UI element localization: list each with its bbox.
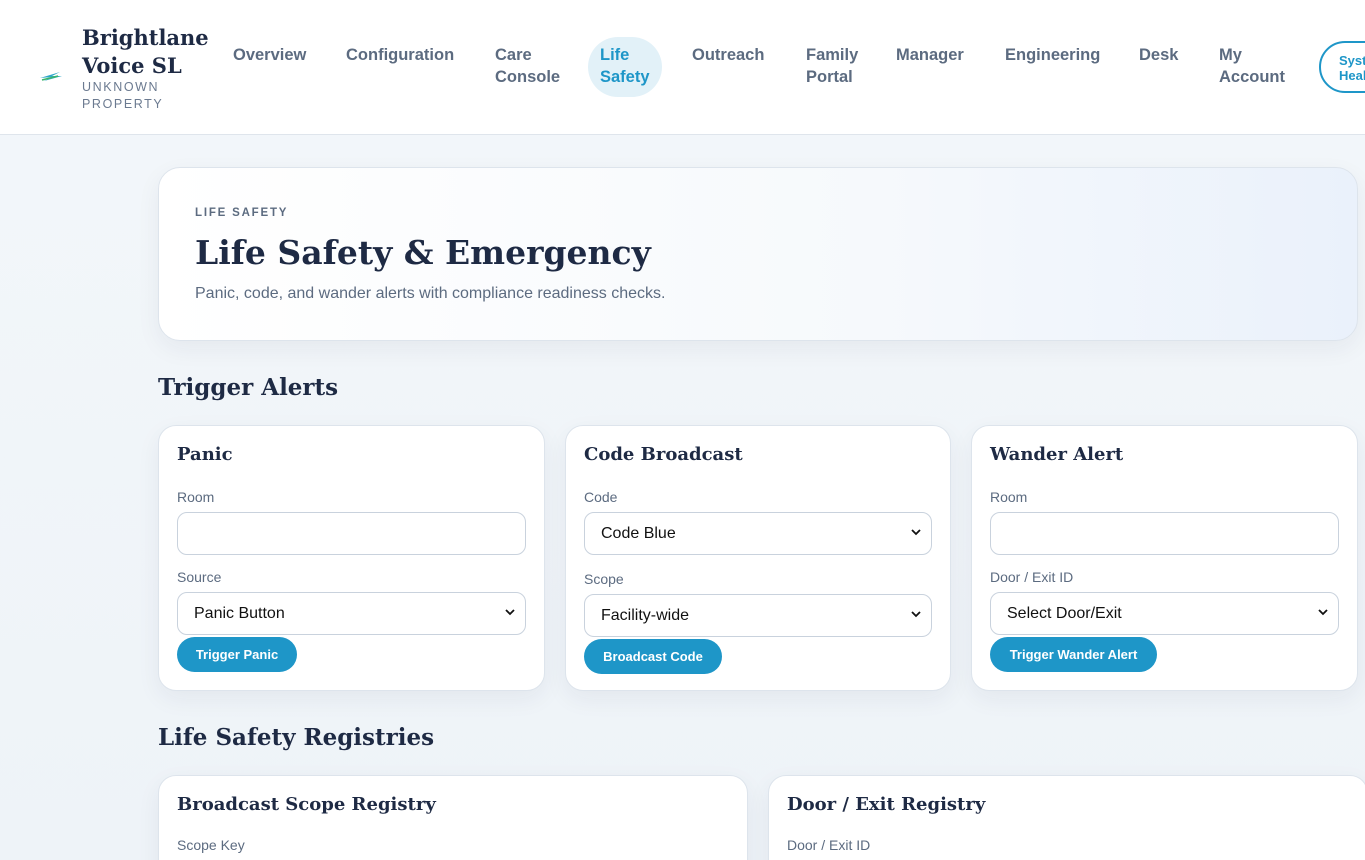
code-broadcast-card: Code Broadcast Code Code Blue Scope Faci… (565, 425, 951, 691)
section-registries: Life Safety Registries (158, 724, 435, 751)
brand-logo-icon (40, 72, 62, 81)
nav-manager[interactable]: Manager (896, 44, 964, 66)
nav-desk[interactable]: Desk (1139, 44, 1178, 66)
door-exit-label: Door / Exit ID (990, 569, 1074, 585)
door-exit-id-label: Door / Exit ID (787, 837, 871, 853)
code-value: Code Blue (601, 525, 676, 542)
page-header-card: LIFE SAFETY Life Safety & Emergency Pani… (158, 167, 1358, 341)
nav-family-portal[interactable]: Family Portal (806, 44, 866, 88)
panic-source-select[interactable]: Panic Button (177, 592, 526, 635)
nav-overview[interactable]: Overview (233, 44, 306, 66)
door-exit-value: Select Door/Exit (1007, 605, 1122, 622)
broadcast-code-button[interactable]: Broadcast Code (584, 639, 722, 674)
nav-care-console[interactable]: Care Console (495, 44, 565, 88)
nav-my-account[interactable]: My Account (1219, 44, 1289, 88)
door-exit-registry-card: Door / Exit Registry Door / Exit ID (768, 775, 1365, 860)
page-title: Life Safety & Emergency (195, 233, 651, 272)
wander-card-title: Wander Alert (990, 444, 1124, 465)
top-navigation-bar: Brightlane Voice SL UNKNOWN PROPERTY Ove… (0, 0, 1365, 135)
scope-registry-title: Broadcast Scope Registry (177, 794, 436, 815)
broadcast-scope-registry-card: Broadcast Scope Registry Scope Key (158, 775, 748, 860)
chevron-down-icon (1318, 609, 1328, 616)
trigger-wander-alert-button[interactable]: Trigger Wander Alert (990, 637, 1157, 672)
chevron-down-icon (505, 609, 515, 616)
scope-key-label: Scope Key (177, 837, 245, 853)
door-registry-title: Door / Exit Registry (787, 794, 986, 815)
nav-life-safety[interactable]: Life Safety (588, 37, 662, 97)
panic-room-input[interactable] (177, 512, 526, 555)
scope-select[interactable]: Facility-wide (584, 594, 932, 637)
nav-configuration[interactable]: Configuration (346, 44, 454, 66)
panic-card-title: Panic (177, 444, 233, 465)
system-health-button[interactable]: System Health (1319, 41, 1365, 93)
chevron-down-icon (911, 611, 921, 618)
panic-source-value: Panic Button (194, 605, 285, 622)
code-label: Code (584, 489, 618, 505)
scope-label: Scope (584, 571, 624, 587)
chevron-down-icon (911, 529, 921, 536)
nav-outreach[interactable]: Outreach (692, 44, 764, 66)
wander-alert-card: Wander Alert Room Door / Exit ID Select … (971, 425, 1358, 691)
page-subtitle: Panic, code, and wander alerts with comp… (195, 285, 666, 302)
brand-name: Brightlane Voice SL (82, 25, 209, 78)
section-trigger-alerts: Trigger Alerts (158, 374, 339, 401)
nav-engineering[interactable]: Engineering (1005, 44, 1100, 66)
door-exit-select[interactable]: Select Door/Exit (990, 592, 1339, 635)
code-broadcast-card-title: Code Broadcast (584, 444, 743, 465)
scope-value: Facility-wide (601, 607, 690, 624)
panic-card: Panic Room Source Panic Button Trigger P… (158, 425, 545, 691)
panic-room-label: Room (177, 489, 215, 505)
page-eyebrow: LIFE SAFETY (195, 207, 289, 219)
panic-source-label: Source (177, 569, 222, 585)
wander-room-input[interactable] (990, 512, 1339, 555)
wander-room-label: Room (990, 489, 1028, 505)
property-name: UNKNOWN PROPERTY (82, 80, 164, 111)
trigger-panic-button[interactable]: Trigger Panic (177, 637, 297, 672)
code-select[interactable]: Code Blue (584, 512, 932, 555)
